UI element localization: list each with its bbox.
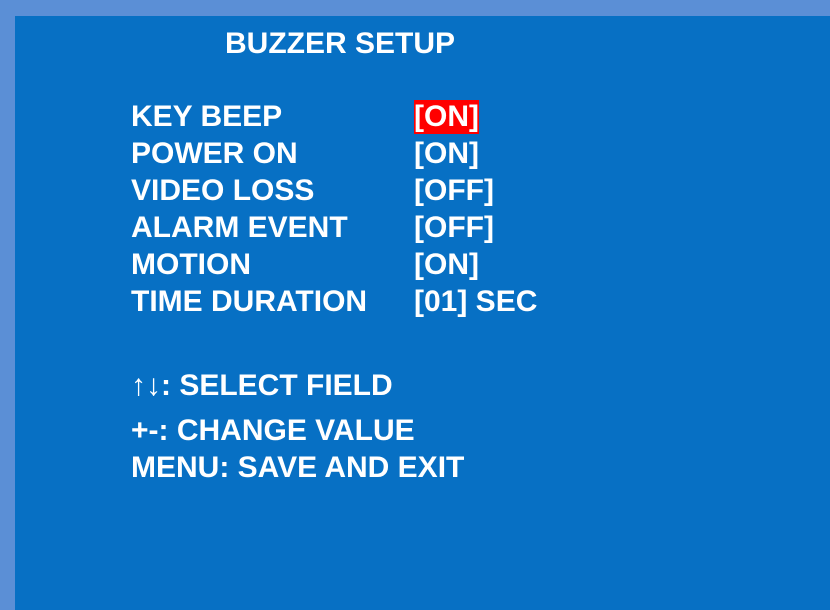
setting-label: ALARM EVENT [131,211,348,244]
help-change-value: +-: CHANGE VALUE [131,414,415,447]
help-save-exit: MENU: SAVE AND EXIT [131,451,465,484]
osd-screen: BUZZER SETUP KEY BEEP [ON] POWER ON [ON]… [15,16,830,610]
setting-value[interactable]: [ON] [414,248,479,282]
setting-label: TIME DURATION [131,285,368,318]
setting-label: KEY BEEP [131,100,283,133]
page-title: BUZZER SETUP [225,27,456,60]
setting-value[interactable]: [OFF] [414,174,494,208]
setting-label: POWER ON [131,137,298,170]
setting-label: MOTION [131,248,251,281]
setting-value-selected[interactable]: [ON] [414,100,479,134]
setting-label: VIDEO LOSS [131,174,315,207]
setting-value[interactable]: [01] SEC [414,285,537,319]
help-select-field: ↑↓: SELECT FIELD [131,369,393,402]
setting-value[interactable]: [ON] [414,137,479,171]
monitor-frame: BUZZER SETUP KEY BEEP [ON] POWER ON [ON]… [0,0,830,610]
setting-value[interactable]: [OFF] [414,211,494,245]
